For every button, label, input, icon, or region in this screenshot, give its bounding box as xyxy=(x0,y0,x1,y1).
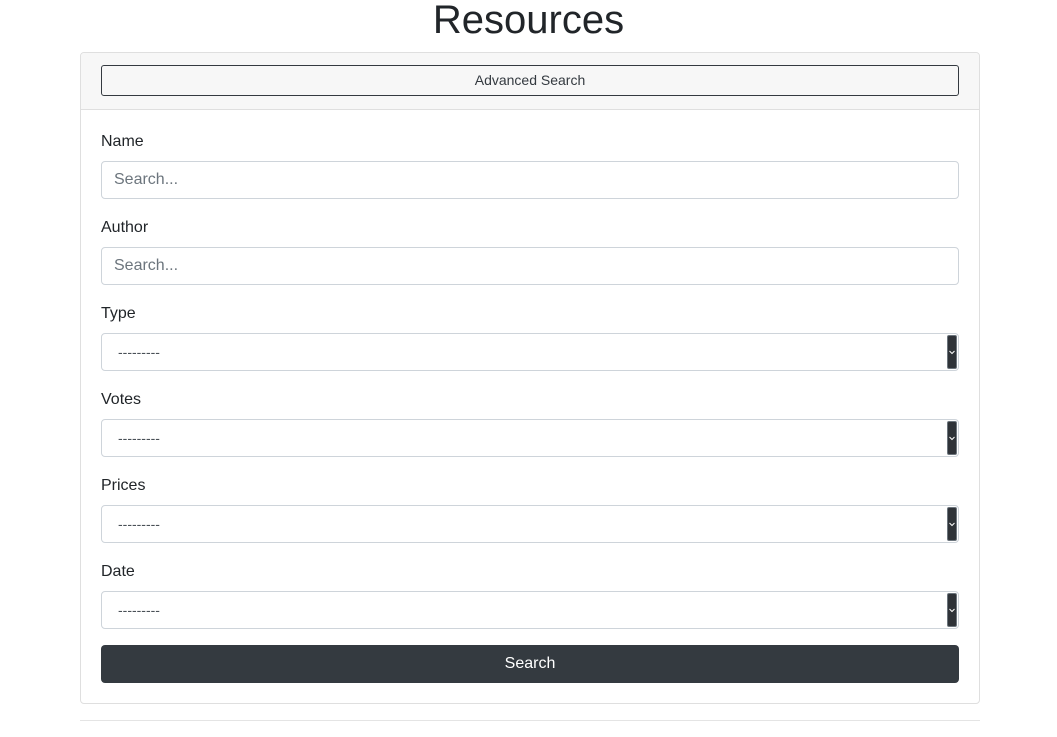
votes-label: Votes xyxy=(101,391,142,408)
date-label: Date xyxy=(101,563,135,580)
chevron-down-icon xyxy=(947,335,957,369)
prices-select-value: --------- xyxy=(118,516,160,532)
author-label: Author xyxy=(101,219,149,236)
type-label: Type xyxy=(101,305,136,322)
type-select-value: --------- xyxy=(118,344,160,360)
date-select-value: --------- xyxy=(118,602,160,618)
search-button[interactable]: Search xyxy=(101,645,959,683)
advanced-search-button[interactable]: Advanced Search xyxy=(101,65,959,96)
name-input[interactable] xyxy=(101,161,959,199)
search-card: Advanced Search Name Author Type -------… xyxy=(80,52,980,704)
chevron-down-icon xyxy=(947,593,957,627)
type-select[interactable]: --------- xyxy=(101,333,959,371)
author-input[interactable] xyxy=(101,247,959,285)
prices-select[interactable]: --------- xyxy=(101,505,959,543)
votes-select-value: --------- xyxy=(118,430,160,446)
votes-select[interactable]: --------- xyxy=(101,419,959,457)
divider xyxy=(80,720,980,721)
date-select[interactable]: --------- xyxy=(101,591,959,629)
name-label: Name xyxy=(101,133,144,150)
prices-label: Prices xyxy=(101,477,146,494)
chevron-down-icon xyxy=(947,507,957,541)
page-title: Resources xyxy=(432,0,625,42)
page: Resources Advanced Search Name Author Ty… xyxy=(0,0,1057,737)
card-header: Advanced Search xyxy=(81,53,979,110)
chevron-down-icon xyxy=(947,421,957,455)
